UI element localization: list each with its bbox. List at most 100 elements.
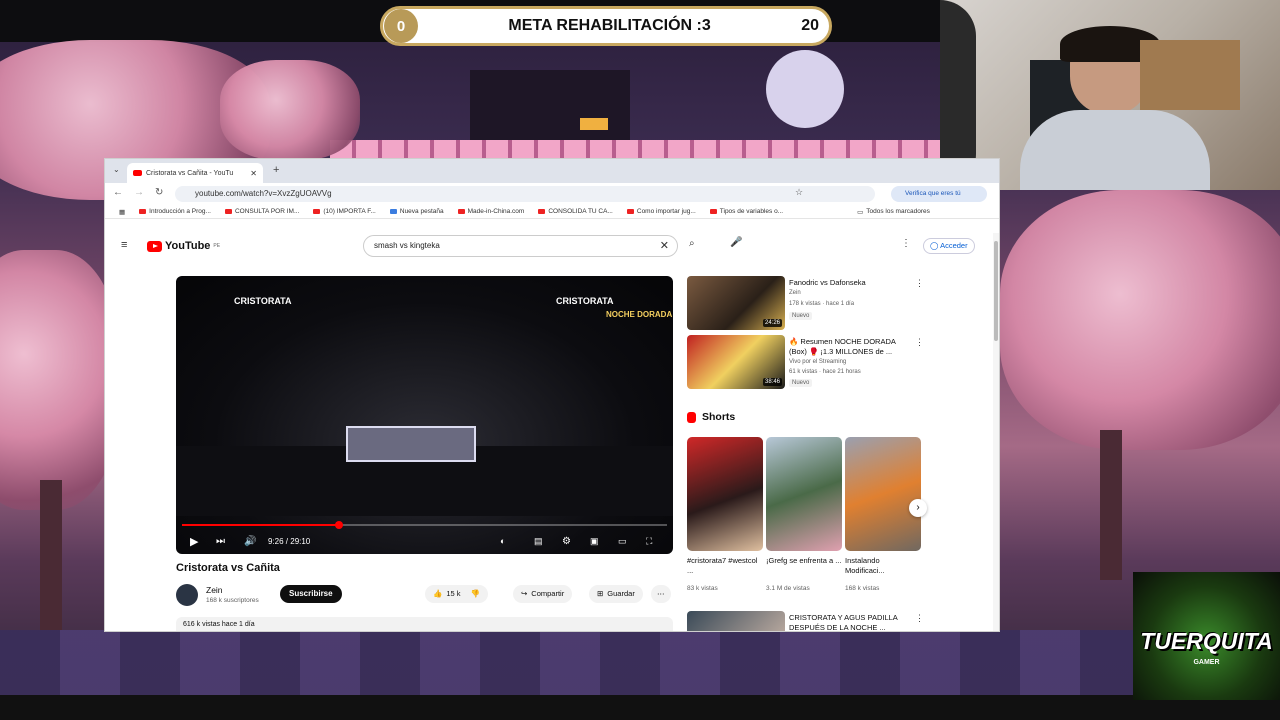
subscribe-button[interactable]: Suscribirse	[280, 585, 342, 603]
search-icon[interactable]: ⌕	[689, 238, 695, 249]
short-thumbnail[interactable]	[766, 437, 842, 551]
video-title: Cristorata vs Cañita	[176, 562, 280, 574]
all-bookmarks-folder[interactable]: ▭ Todos los marcadores	[857, 208, 930, 216]
signin-label: Acceder	[940, 241, 968, 250]
autoplay-toggle-icon[interactable]: ◐	[500, 536, 505, 546]
captions-icon[interactable]: ▤	[534, 536, 543, 547]
new-badge: Nuevo	[789, 312, 813, 320]
like-button[interactable]: 👍 15 k 👎	[425, 585, 488, 603]
video-progress-bar[interactable]	[182, 521, 667, 529]
share-button[interactable]: ↪ Compartir	[513, 585, 573, 603]
video-overlay-text: CRISTORATA	[234, 296, 292, 306]
channel-name[interactable]: Zein	[206, 585, 223, 595]
thumbs-down-icon[interactable]: 👎	[471, 585, 480, 603]
rec-menu-icon[interactable]: ⋮	[915, 337, 924, 348]
boxing-ring	[346, 426, 476, 462]
bookmark-item[interactable]: Tipos de variables o...	[709, 208, 784, 215]
bookmark-item[interactable]: CONSOLIDA TU CA...	[538, 208, 613, 215]
miniplayer-icon[interactable]: ▣	[590, 536, 599, 547]
shorts-icon	[687, 411, 696, 423]
forward-icon[interactable]: →	[134, 187, 144, 198]
volume-icon[interactable]: 🔊	[244, 536, 256, 547]
theater-mode-icon[interactable]: ▭	[618, 536, 627, 547]
youtube-play-icon	[147, 240, 162, 252]
bookmark-favicon-icon	[139, 209, 147, 214]
next-icon[interactable]: ⏭	[216, 536, 225, 547]
video-duration: 24:26	[762, 319, 782, 327]
tab-youtube[interactable]: Cristorata vs Cañita - YouTu ✕	[127, 163, 263, 183]
apps-grid-icon[interactable]: ▦	[119, 208, 125, 216]
back-icon[interactable]: ←	[113, 187, 123, 198]
bookmark-label: Tipos de variables o...	[719, 208, 784, 215]
short-thumbnail[interactable]	[845, 437, 921, 551]
goal-current: 0	[384, 9, 418, 43]
bookmark-item[interactable]: Como importar jug...	[626, 208, 696, 215]
save-icon: ⊞	[597, 589, 604, 598]
country-code: PE	[213, 243, 221, 249]
reload-icon[interactable]: ↻	[155, 187, 163, 198]
bookmark-item[interactable]: Introducción a Prog...	[139, 208, 211, 215]
scrubber-handle[interactable]	[335, 521, 344, 529]
recommended-video[interactable]: 38:46 🔥 Resumen NOCHE DORADA (Box) 🥊 ¡1.…	[687, 335, 924, 389]
rec-menu-icon[interactable]: ⋮	[915, 613, 924, 624]
address-bar[interactable]: youtube.com/watch?v=XvzZgUOAVVg	[175, 186, 875, 202]
bottom-black-bar	[0, 695, 1280, 720]
new-tab-icon[interactable]: +	[273, 164, 279, 176]
rec-channel: Zein	[789, 290, 801, 296]
fullscreen-icon[interactable]: ⛶	[646, 536, 652, 547]
video-thumbnail: 24:26	[687, 276, 785, 330]
youtube-logo[interactable]: YouTube PE	[147, 240, 220, 252]
youtube-header: ≡ YouTube PE smash vs kingteka ✕ ⌕ 🎤 ⋮ ◯…	[105, 233, 999, 259]
save-label: Guardar	[607, 589, 635, 598]
rec-meta: 61 k vistas · hace 21 horas	[789, 369, 861, 375]
signin-button[interactable]: ◯ Acceder	[923, 238, 975, 254]
play-icon[interactable]: ▶	[190, 535, 198, 548]
video-player[interactable]: CRISTORATA CRISTORATA NOCHE DORADA ▶ ⏭ 🔊…	[176, 276, 673, 554]
shorts-label: Shorts	[702, 411, 736, 423]
bookmark-favicon-icon	[709, 209, 717, 214]
clear-search-icon[interactable]: ✕	[660, 236, 669, 256]
recommended-video[interactable]: 24:26 Fanodric vs Dafonseka Zein 178 k v…	[687, 276, 924, 330]
more-actions-button[interactable]: ⋯	[651, 585, 671, 603]
search-input[interactable]: smash vs kingteka ✕	[363, 235, 678, 257]
tuerquita-logo: TUERQUITA GAMER	[1133, 572, 1280, 700]
bookmark-favicon-icon	[538, 209, 546, 214]
description-box[interactable]: 616 k vistas hace 1 día	[176, 617, 673, 631]
page-scrollbar[interactable]	[993, 233, 999, 631]
tab-list-icon[interactable]: ⌄	[113, 165, 120, 174]
tab-close-icon[interactable]: ✕	[250, 169, 257, 178]
profile-chip[interactable]: Verifica que eres tú	[891, 186, 987, 202]
progress-fill	[182, 524, 340, 526]
more-icon: ⋯	[657, 589, 665, 598]
bookmark-item[interactable]: Made-in-China.com	[457, 208, 524, 215]
video-controls: ▶ ⏭ 🔊 9:26 / 29:10 ◐ ▤ ⚙ ▣ ▭ ⛶	[176, 531, 673, 551]
video-duration: 38:46	[762, 378, 782, 386]
profile-text: Verifica que eres tú	[905, 190, 961, 197]
hamburger-menu-icon[interactable]: ≡	[121, 239, 127, 251]
tab-strip: ⌄ Cristorata vs Cañita - YouTu ✕ +	[105, 159, 999, 183]
recommended-video[interactable]: CRISTORATA Y AGUS PADILLA DESPUÉS DE LA …	[687, 611, 924, 631]
video-thumbnail: 38:46	[687, 335, 785, 389]
microphone-icon[interactable]: 🎤	[730, 237, 742, 248]
bookmark-item[interactable]: (10) IMPORTA F...	[313, 208, 376, 215]
cherry-blossom-tree	[1000, 190, 1280, 450]
tab-title: Cristorata vs Cañita - YouTu	[146, 169, 234, 177]
rec-menu-icon[interactable]: ⋮	[915, 278, 924, 289]
bookmark-item[interactable]: Nueva pestaña	[389, 208, 444, 215]
goal-title: META REHABILITACIÓN :3	[508, 17, 711, 34]
short-thumbnail[interactable]	[687, 437, 763, 551]
channel-avatar[interactable]	[176, 584, 198, 606]
shorts-next-icon[interactable]: ›	[909, 499, 927, 517]
bookmark-star-icon[interactable]: ☆	[795, 187, 803, 198]
new-badge: Nuevo	[789, 379, 813, 387]
bookmark-favicon-icon	[313, 209, 321, 214]
scrollbar-thumb[interactable]	[994, 241, 998, 341]
settings-kebab-icon[interactable]: ⋮	[901, 238, 911, 249]
short-title: #cristorata7 #westcol ...	[687, 556, 758, 575]
browser-toolbar: ← → ↻ youtube.com/watch?v=XvzZgUOAVVg ☆ …	[105, 183, 999, 205]
logo-subtitle: GAMER	[1193, 659, 1220, 666]
bookmark-item[interactable]: CONSULTA POR IM...	[224, 208, 299, 215]
settings-gear-icon[interactable]: ⚙	[562, 536, 571, 547]
youtube-favicon-icon	[133, 170, 142, 176]
save-button[interactable]: ⊞ Guardar	[589, 585, 643, 603]
